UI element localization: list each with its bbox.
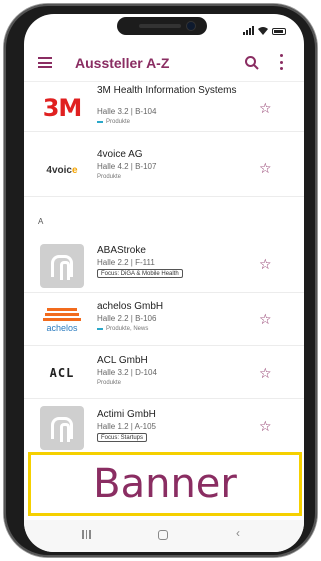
star-outline-icon[interactable]: ☆ xyxy=(259,312,272,326)
more-vertical-icon[interactable] xyxy=(278,54,284,70)
wifi-icon xyxy=(258,27,268,35)
page-title: Aussteller A-Z xyxy=(75,55,170,71)
home-icon[interactable] xyxy=(158,530,168,540)
exhibitor-name: 4voice AG xyxy=(97,149,143,160)
exhibitor-hall: Halle 2.2 | B-106 xyxy=(97,314,157,323)
back-icon[interactable]: ‹ xyxy=(236,526,240,540)
exhibitor-name: Actimi GmbH xyxy=(97,409,156,420)
hamburger-menu-icon[interactable] xyxy=(38,57,52,68)
exhibitor-logo xyxy=(40,244,84,288)
list-item[interactable]: 4voice 4voice AG Halle 4.2 | B-107 Produ… xyxy=(24,142,304,197)
list-item[interactable]: ABAStroke Halle 2.2 | F-111 Focus: DiGA … xyxy=(24,238,304,293)
exhibitor-tag: Produkte xyxy=(97,119,130,125)
recent-apps-icon[interactable] xyxy=(82,530,91,539)
exhibitor-hall: Halle 4.2 | B-107 xyxy=(97,162,157,171)
list-item[interactable]: ACL ACL GmbH Halle 3.2 | D-104 Produkte … xyxy=(24,347,304,399)
exhibitor-logo: achelos xyxy=(40,298,84,342)
star-outline-icon[interactable]: ☆ xyxy=(259,257,272,271)
exhibitor-hall: Halle 1.2 | A-105 xyxy=(97,422,157,431)
signal-icon xyxy=(243,26,254,35)
exhibitor-logo xyxy=(40,406,84,450)
exhibitor-hall: Halle 3.2 | B-104 xyxy=(97,107,157,116)
exhibitor-tag: Produkte xyxy=(97,380,122,386)
exhibitor-list[interactable]: 3M 3M Health Information Systems Halle 3… xyxy=(24,82,304,452)
list-item[interactable]: 3M 3M Health Information Systems Halle 3… xyxy=(24,82,304,132)
focus-chip[interactable]: Focus: Startups xyxy=(97,433,148,442)
focus-chip[interactable]: Focus: DiGA & Mobile Health xyxy=(97,269,183,278)
search-icon[interactable] xyxy=(244,55,260,71)
battery-icon xyxy=(272,28,286,35)
star-outline-icon[interactable]: ☆ xyxy=(259,161,272,175)
system-navigation-bar: ‹ xyxy=(24,520,304,552)
star-outline-icon[interactable]: ☆ xyxy=(259,366,272,380)
exhibitor-logo: 3M xyxy=(42,94,83,122)
exhibitor-tag: Produkte xyxy=(97,174,122,180)
exhibitor-logo: ACL xyxy=(49,366,75,380)
exhibitor-name: ACL GmbH xyxy=(97,355,148,366)
exhibitor-name: 3M Health Information Systems xyxy=(97,85,237,96)
section-header: A xyxy=(38,217,44,226)
app-bar: Aussteller A-Z xyxy=(24,44,304,82)
list-item[interactable]: Actimi GmbH Halle 1.2 | A-105 Focus: Sta… xyxy=(24,400,304,452)
star-outline-icon[interactable]: ☆ xyxy=(259,419,272,433)
phone-notch xyxy=(117,17,207,35)
exhibitor-hall: Halle 3.2 | D-104 xyxy=(97,368,157,377)
exhibitor-tag: Produkte, News xyxy=(97,326,148,332)
banner-placeholder[interactable]: Banner xyxy=(28,452,302,516)
exhibitor-name: achelos GmbH xyxy=(97,301,164,312)
exhibitor-name: ABAStroke xyxy=(97,245,146,256)
list-item[interactable]: achelos achelos GmbH Halle 2.2 | B-106 P… xyxy=(24,294,304,346)
exhibitor-logo: 4voice xyxy=(46,164,78,176)
exhibitor-hall: Halle 2.2 | F-111 xyxy=(97,258,155,267)
banner-label: Banner xyxy=(93,461,237,507)
star-outline-icon[interactable]: ☆ xyxy=(259,101,272,115)
